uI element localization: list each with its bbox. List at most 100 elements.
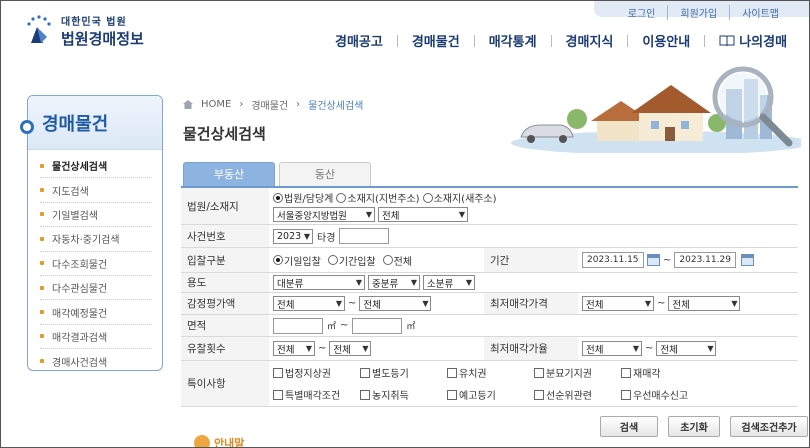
date-to-input[interactable]: 2023.11.29 [674, 252, 737, 268]
chk-farmland-acquisition[interactable]: 농지취득 [360, 387, 444, 402]
reset-button[interactable]: 초기화 [668, 416, 720, 437]
login-link[interactable]: 로그인 [616, 5, 668, 20]
fail-from-select[interactable]: 전체 ▼ [273, 341, 315, 356]
appraisal-to-value: 전체 [363, 299, 381, 311]
tab-movable[interactable]: 동산 [279, 162, 371, 186]
chevron-down-icon: ▼ [365, 210, 373, 219]
radio-period-bid[interactable]: 기간입찰 [327, 253, 376, 268]
chk-separate-registry[interactable]: 별도등기 [360, 365, 444, 380]
checkbox[interactable] [447, 367, 457, 378]
breadcrumb-home[interactable]: HOME [201, 99, 231, 110]
checkbox-label: 특별매각조건 [285, 391, 341, 402]
use-minor-value: 소분류 [427, 278, 454, 290]
case-number-input[interactable] [339, 228, 390, 244]
sidebar-item-most-viewed[interactable]: 다수조회물건 [40, 252, 152, 276]
use-major-select[interactable]: 대분류 ▼ [273, 275, 365, 290]
dept-select[interactable]: 전체 ▼ [378, 207, 468, 222]
radio-lot-address[interactable]: 소재지(지번주소) [336, 190, 420, 205]
radio-button[interactable] [422, 192, 433, 203]
area-from-input[interactable] [273, 317, 323, 334]
court-select[interactable]: 서울중앙지방법원 ▼ [273, 207, 375, 222]
min-rate-to-value: 전체 [660, 344, 678, 356]
case-year-select[interactable]: 2023 ▼ [273, 228, 313, 244]
breadcrumb-mid[interactable]: 경매물건 [251, 97, 288, 112]
chk-legal-surface-right[interactable]: 법정지상권 [273, 365, 357, 380]
chk-special-sale-condition[interactable]: 특별매각조건 [273, 387, 357, 402]
search-button[interactable]: 검색 [600, 416, 658, 437]
checkbox[interactable] [273, 367, 283, 378]
min-price-from-select[interactable]: 전체 ▼ [582, 296, 654, 311]
sitemap-link[interactable]: 사이트맵 [729, 5, 791, 20]
checkbox[interactable] [621, 389, 631, 400]
bullet-icon [40, 188, 44, 193]
add-condition-button[interactable]: 검색조건추가 [730, 416, 808, 437]
radio-button[interactable] [382, 255, 393, 265]
chk-priority-purchase[interactable]: 우선매수신고 [621, 387, 688, 402]
range-tilde: ~ [657, 298, 666, 309]
radio-button[interactable] [273, 192, 283, 203]
min-price-to-select[interactable]: 전체 ▼ [668, 296, 741, 311]
use-label: 용도 [181, 273, 269, 292]
case-year-value: 2023 [277, 230, 302, 242]
checkbox[interactable] [360, 389, 370, 400]
sidebar-item-vehicle-search[interactable]: 자동차·중기검색 [40, 227, 152, 252]
chevron-down-icon: ▼ [305, 344, 313, 353]
calendar-icon[interactable] [647, 254, 660, 266]
area-to-input[interactable] [352, 317, 403, 334]
checkbox[interactable] [447, 389, 457, 400]
radio-label: 기일입찰 [284, 256, 321, 268]
use-minor-select[interactable]: 소분류 ▼ [423, 275, 475, 290]
min-price-label: 최저매각가격 [484, 293, 578, 314]
nav-my-auction[interactable]: 나의경매 [705, 31, 801, 50]
radio-road-address[interactable]: 소재지(새주소) [422, 190, 497, 205]
tab-real-estate[interactable]: 부동산 [183, 162, 275, 186]
chk-senior-priority[interactable]: 선순위관련 [534, 387, 618, 402]
chk-resale[interactable]: 재매각 [621, 365, 661, 380]
fail-to-select[interactable]: 전체 ▼ [329, 341, 372, 356]
radio-date-bid[interactable]: 기일입찰 [273, 253, 321, 268]
chk-grave-site-right[interactable]: 분묘기지권 [534, 365, 618, 380]
use-mid-select[interactable]: 중분류 ▼ [368, 275, 420, 290]
bullet-icon [40, 285, 44, 290]
min-rate-from-select[interactable]: 전체 ▼ [582, 341, 642, 356]
sidebar-item-map-search[interactable]: 지도검색 [40, 178, 152, 203]
area-unit: ㎡ [327, 322, 337, 332]
nav-sale-stats[interactable]: 매각통계 [475, 31, 551, 50]
radio-button[interactable] [273, 255, 283, 265]
sidebar-item-detail-search[interactable]: 물건상세검색 [40, 154, 152, 179]
chk-preliminary-registry[interactable]: 예고등기 [447, 387, 531, 402]
nav-auction-knowledge[interactable]: 경매지식 [552, 31, 628, 50]
side-menu: 경매물건 물건상세검색 지도검색 기일별검색 자동차·중기검색 다수조회물건 다… [20, 95, 163, 373]
radio-court-dept[interactable]: 법원/담당계 [273, 190, 333, 205]
calendar-icon[interactable] [741, 254, 755, 266]
nav-auction-notice[interactable]: 경매공고 [321, 31, 397, 50]
sidebar-item-scheduled-sale[interactable]: 매각예정물건 [40, 300, 152, 325]
min-rate-to-select[interactable]: 전체 ▼ [656, 341, 717, 356]
radio-label: 소재지(지번주소) [347, 194, 420, 205]
nav-user-guide[interactable]: 이용안내 [628, 31, 704, 50]
checkbox[interactable] [273, 389, 283, 400]
sidebar-item-date-search[interactable]: 기일별검색 [40, 203, 152, 228]
checkbox[interactable] [534, 389, 544, 400]
radio-button[interactable] [327, 255, 338, 265]
chk-lien[interactable]: 유치권 [447, 365, 531, 380]
appraisal-from-select[interactable]: 전체 ▼ [273, 296, 345, 311]
signup-link[interactable]: 회원가입 [667, 5, 729, 20]
nav-auction-items[interactable]: 경매물건 [398, 31, 474, 50]
site-logo[interactable]: 대한민국 법원 법원경매정보 [21, 13, 144, 49]
date-from-input[interactable]: 2023.11.15 [582, 252, 644, 268]
form-row-price: 감정평가액 전체 ▼ ~ 전체 ▼ 최저매각가격 전체 ▼ ~ 전체 ▼ [181, 293, 798, 315]
book-icon [719, 35, 735, 46]
radio-button[interactable] [336, 192, 347, 203]
sidebar-item-label: 매각결과검색 [52, 332, 108, 344]
checkbox[interactable] [621, 367, 631, 378]
appraisal-to-select[interactable]: 전체 ▼ [359, 296, 432, 311]
sidebar-item-sale-results[interactable]: 매각결과검색 [40, 325, 152, 350]
radio-all-bid[interactable]: 전체 [382, 253, 412, 268]
checkbox[interactable] [534, 367, 544, 378]
sidebar-item-most-interest[interactable]: 다수관심물건 [40, 276, 152, 301]
checkbox[interactable] [360, 367, 370, 378]
sidebar-item-case-search[interactable]: 경매사건검색 [40, 349, 152, 373]
case-type-label: 타경 [317, 232, 336, 244]
court-select-value: 서울중앙지방법원 [277, 210, 347, 222]
